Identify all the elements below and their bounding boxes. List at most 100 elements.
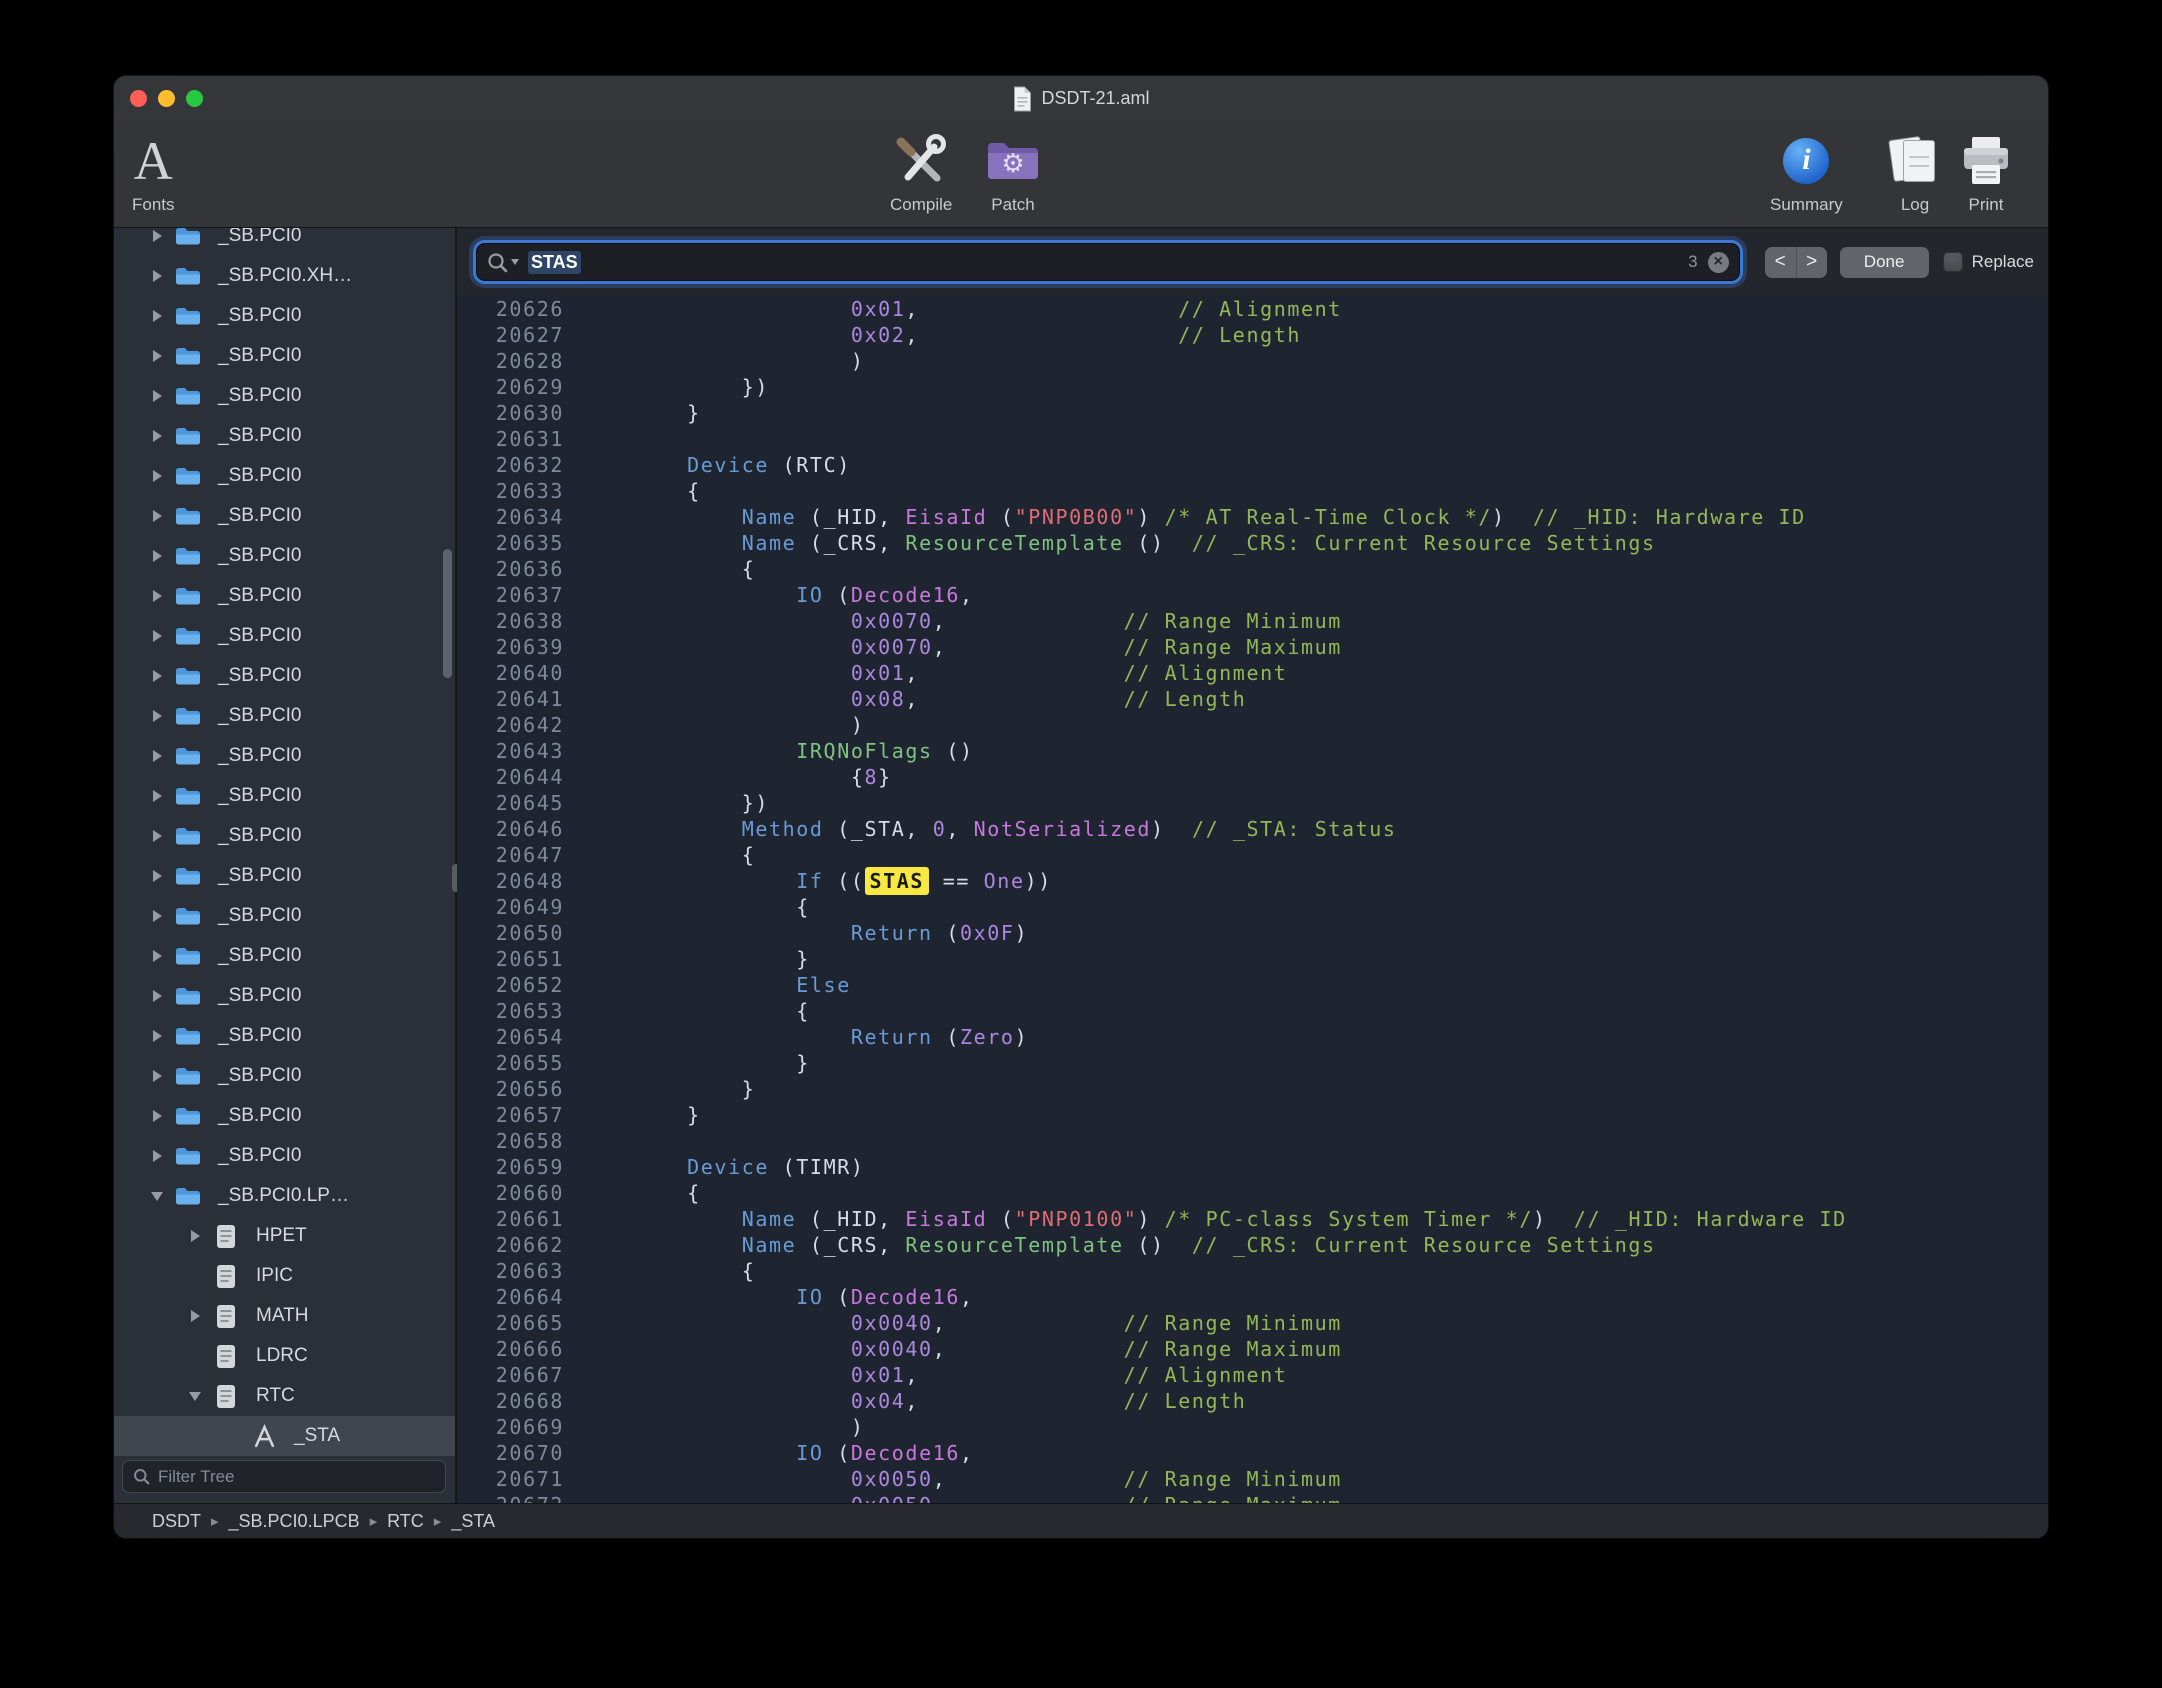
code-line[interactable]: 20665 0x0040, // Range Minimum bbox=[457, 1310, 2048, 1336]
tree-row-sb-pci0-lp[interactable]: _SB.PCI0.LP… bbox=[114, 1176, 455, 1216]
find-previous-button[interactable]: < bbox=[1765, 247, 1796, 278]
tree-row-sb-pci0[interactable]: _SB.PCI0 bbox=[114, 1136, 455, 1176]
disclosure-right-icon[interactable] bbox=[144, 228, 170, 256]
tree-row-sb-pci0[interactable]: _SB.PCI0 bbox=[114, 416, 455, 456]
code-line[interactable]: 20666 0x0040, // Range Maximum bbox=[457, 1336, 2048, 1362]
tree-row-rtc[interactable]: RTC bbox=[114, 1376, 455, 1416]
summary-toolbar-button[interactable]: i Summary bbox=[1770, 129, 1843, 215]
disclosure-right-icon[interactable] bbox=[144, 376, 170, 416]
disclosure-right-icon[interactable] bbox=[144, 696, 170, 736]
disclosure-right-icon[interactable] bbox=[144, 1096, 170, 1136]
tree-row-math[interactable]: MATH bbox=[114, 1296, 455, 1336]
tree-row-sb-pci0[interactable]: _SB.PCI0 bbox=[114, 1096, 455, 1136]
code-line[interactable]: 20638 0x0070, // Range Minimum bbox=[457, 608, 2048, 634]
code-line[interactable]: 20669 ) bbox=[457, 1414, 2048, 1440]
disclosure-right-icon[interactable] bbox=[144, 576, 170, 616]
code-line[interactable]: 20653 { bbox=[457, 998, 2048, 1024]
code-line[interactable]: 20636 { bbox=[457, 556, 2048, 582]
sidebar-tree-scroll-area[interactable]: _SB.PCI0_SB.PCI0.XH…_SB.PCI0_SB.PCI0_SB.… bbox=[114, 228, 455, 1456]
log-toolbar-button[interactable]: Log bbox=[1890, 129, 1940, 215]
code-line[interactable]: 20639 0x0070, // Range Maximum bbox=[457, 634, 2048, 660]
disclosure-right-icon[interactable] bbox=[144, 1136, 170, 1176]
print-toolbar-button[interactable]: Print bbox=[1960, 129, 2012, 215]
code-line[interactable]: 20647 { bbox=[457, 842, 2048, 868]
tree-row-sb-pci0[interactable]: _SB.PCI0 bbox=[114, 976, 455, 1016]
tree-row-sb-pci0[interactable]: _SB.PCI0 bbox=[114, 816, 455, 856]
disclosure-right-icon[interactable] bbox=[144, 776, 170, 816]
disclosure-right-icon[interactable] bbox=[144, 656, 170, 696]
disclosure-right-icon[interactable] bbox=[182, 1216, 208, 1256]
tree-row-sb-pci0[interactable]: _SB.PCI0 bbox=[114, 336, 455, 376]
code-line[interactable]: 20632 Device (RTC) bbox=[457, 452, 2048, 478]
tree-row-sb-pci0[interactable]: _SB.PCI0 bbox=[114, 616, 455, 656]
tree-row-sb-pci0[interactable]: _SB.PCI0 bbox=[114, 896, 455, 936]
tree-row-sb-pci0[interactable]: _SB.PCI0 bbox=[114, 936, 455, 976]
tree-row-sb-pci0[interactable]: _SB.PCI0 bbox=[114, 496, 455, 536]
code-line[interactable]: 20658 bbox=[457, 1128, 2048, 1154]
code-line[interactable]: 20635 Name (_CRS, ResourceTemplate () //… bbox=[457, 530, 2048, 556]
code-line[interactable]: 20668 0x04, // Length bbox=[457, 1388, 2048, 1414]
disclosure-right-icon[interactable] bbox=[144, 536, 170, 576]
tree-row-ipic[interactable]: IPIC bbox=[114, 1256, 455, 1296]
code-line[interactable]: 20641 0x08, // Length bbox=[457, 686, 2048, 712]
code-line[interactable]: 20650 Return (0x0F) bbox=[457, 920, 2048, 946]
code-line[interactable]: 20649 { bbox=[457, 894, 2048, 920]
disclosure-right-icon[interactable] bbox=[144, 296, 170, 336]
tree-row-sb-pci0-xh[interactable]: _SB.PCI0.XH… bbox=[114, 256, 455, 296]
disclosure-right-icon[interactable] bbox=[144, 336, 170, 376]
filter-tree-input[interactable]: Filter Tree bbox=[122, 1460, 446, 1493]
code-line[interactable]: 20661 Name (_HID, EisaId ("PNP0100") /* … bbox=[457, 1206, 2048, 1232]
disclosure-right-icon[interactable] bbox=[144, 896, 170, 936]
breadcrumb-item-rtc[interactable]: RTC bbox=[387, 1511, 424, 1532]
tree-row-sb-pci0[interactable]: _SB.PCI0 bbox=[114, 1056, 455, 1096]
code-line[interactable]: 20637 IO (Decode16, bbox=[457, 582, 2048, 608]
disclosure-right-icon[interactable] bbox=[144, 936, 170, 976]
find-search-field[interactable]: STAS 3 × bbox=[477, 244, 1739, 280]
disclosure-right-icon[interactable] bbox=[144, 1056, 170, 1096]
tree-row-sb-pci0[interactable]: _SB.PCI0 bbox=[114, 376, 455, 416]
code-line[interactable]: 20659 Device (TIMR) bbox=[457, 1154, 2048, 1180]
tree-row-sb-pci0[interactable]: _SB.PCI0 bbox=[114, 228, 455, 256]
close-window-button[interactable] bbox=[130, 90, 147, 107]
disclosure-right-icon[interactable] bbox=[144, 456, 170, 496]
tree-row-sb-pci0[interactable]: _SB.PCI0 bbox=[114, 1016, 455, 1056]
clear-search-icon[interactable]: × bbox=[1708, 252, 1729, 273]
code-line[interactable]: 20644 {8} bbox=[457, 764, 2048, 790]
disclosure-right-icon[interactable] bbox=[144, 1016, 170, 1056]
code-line[interactable]: 20631 bbox=[457, 426, 2048, 452]
find-next-button[interactable]: > bbox=[1796, 247, 1827, 278]
code-line[interactable]: 20629 }) bbox=[457, 374, 2048, 400]
code-line[interactable]: 20663 { bbox=[457, 1258, 2048, 1284]
tree-row-sb-pci0[interactable]: _SB.PCI0 bbox=[114, 536, 455, 576]
tree-row-sb-pci0[interactable]: _SB.PCI0 bbox=[114, 296, 455, 336]
code-line[interactable]: 20627 0x02, // Length bbox=[457, 322, 2048, 348]
code-line[interactable]: 20664 IO (Decode16, bbox=[457, 1284, 2048, 1310]
tree-row-sb-pci0[interactable]: _SB.PCI0 bbox=[114, 736, 455, 776]
replace-control[interactable]: Replace bbox=[1943, 252, 2034, 272]
done-button[interactable]: Done bbox=[1840, 247, 1929, 278]
breadcrumb-item-sb-pci0-lpcb[interactable]: _SB.PCI0.LPCB bbox=[229, 1511, 360, 1532]
disclosure-right-icon[interactable] bbox=[144, 856, 170, 896]
code-line[interactable]: 20652 Else bbox=[457, 972, 2048, 998]
code-line[interactable]: 20645 }) bbox=[457, 790, 2048, 816]
tree-row-sb-pci0[interactable]: _SB.PCI0 bbox=[114, 456, 455, 496]
disclosure-right-icon[interactable] bbox=[144, 616, 170, 656]
code-line[interactable]: 20667 0x01, // Alignment bbox=[457, 1362, 2048, 1388]
code-line[interactable]: 20662 Name (_CRS, ResourceTemplate () //… bbox=[457, 1232, 2048, 1258]
sidebar-scrollbar-thumb[interactable] bbox=[443, 549, 452, 678]
code-line[interactable]: 20642 ) bbox=[457, 712, 2048, 738]
code-editor[interactable]: 20626 0x01, // Alignment20627 0x02, // L… bbox=[457, 296, 2048, 1503]
tree-row-sb-pci0[interactable]: _SB.PCI0 bbox=[114, 776, 455, 816]
tree-row-sb-pci0[interactable]: _SB.PCI0 bbox=[114, 576, 455, 616]
code-line[interactable]: 20656 } bbox=[457, 1076, 2048, 1102]
zoom-window-button[interactable] bbox=[186, 90, 203, 107]
disclosure-right-icon[interactable] bbox=[144, 976, 170, 1016]
disclosure-right-icon[interactable] bbox=[144, 256, 170, 296]
code-line[interactable]: 20671 0x0050, // Range Minimum bbox=[457, 1466, 2048, 1492]
breadcrumb-item-dsdt[interactable]: DSDT bbox=[152, 1511, 201, 1532]
tree-row-sta[interactable]: _STA bbox=[114, 1416, 455, 1456]
code-line[interactable]: 20628 ) bbox=[457, 348, 2048, 374]
code-line[interactable]: 20640 0x01, // Alignment bbox=[457, 660, 2048, 686]
tree-row-sb-pci0[interactable]: _SB.PCI0 bbox=[114, 656, 455, 696]
disclosure-right-icon[interactable] bbox=[144, 496, 170, 536]
